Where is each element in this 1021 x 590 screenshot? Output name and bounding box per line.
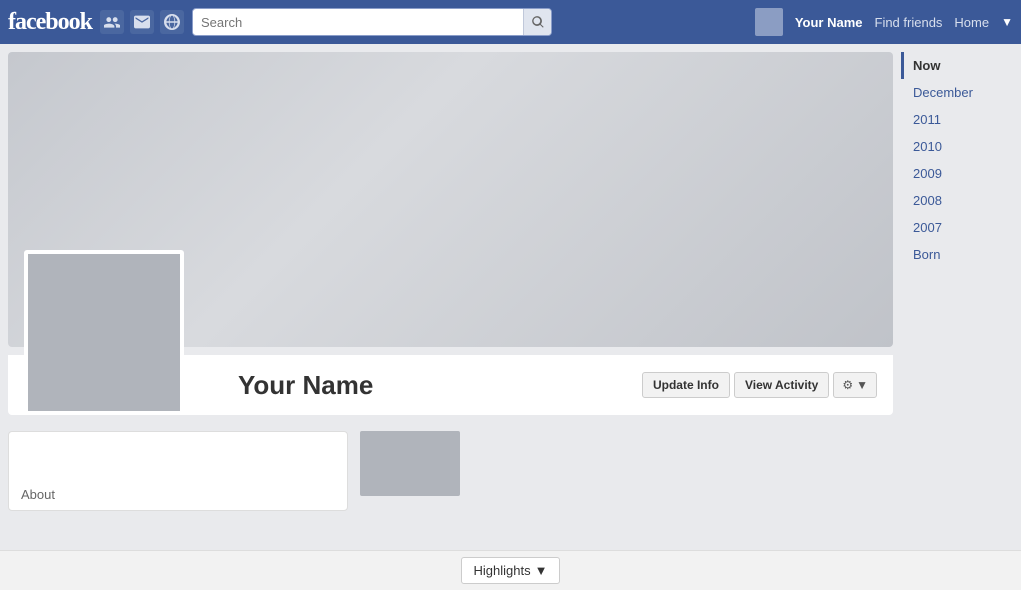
profile-info-bar: Your Name Update Info View Activity ⚙ ▼ bbox=[8, 355, 893, 415]
find-friends-link[interactable]: Find friends bbox=[875, 15, 943, 30]
view-activity-button[interactable]: View Activity bbox=[734, 372, 829, 398]
highlights-arrow: ▼ bbox=[535, 563, 548, 578]
left-panel: About bbox=[8, 431, 348, 511]
timeline-sidebar: Now December 2011 2010 2009 2008 2007 Bo… bbox=[901, 44, 1021, 590]
about-label: About bbox=[21, 487, 55, 502]
right-panel bbox=[360, 431, 893, 511]
content-area: About bbox=[8, 423, 893, 511]
home-link[interactable]: Home bbox=[954, 15, 989, 30]
timeline-item-2009[interactable]: 2009 bbox=[901, 160, 1021, 187]
globe-icon[interactable] bbox=[160, 10, 184, 34]
nav-icons bbox=[100, 10, 184, 34]
media-placeholder bbox=[360, 431, 460, 496]
timeline-item-2007[interactable]: 2007 bbox=[901, 214, 1021, 241]
profile-avatar bbox=[24, 250, 184, 415]
gear-dropdown-arrow: ▼ bbox=[856, 378, 868, 392]
gear-settings-button[interactable]: ⚙ ▼ bbox=[833, 372, 877, 398]
timeline-item-2008[interactable]: 2008 bbox=[901, 187, 1021, 214]
timeline-item-born[interactable]: Born bbox=[901, 241, 1021, 268]
nav-avatar bbox=[755, 8, 783, 36]
dropdown-icon[interactable]: ▼ bbox=[1001, 15, 1013, 29]
update-info-button[interactable]: Update Info bbox=[642, 372, 730, 398]
messages-icon[interactable] bbox=[130, 10, 154, 34]
search-button[interactable] bbox=[523, 8, 551, 36]
highlights-bar: Highlights ▼ bbox=[0, 550, 901, 590]
timeline-item-2011[interactable]: 2011 bbox=[901, 106, 1021, 133]
timeline-item-december[interactable]: December bbox=[901, 79, 1021, 106]
highlights-label: Highlights bbox=[474, 563, 531, 578]
highlights-button[interactable]: Highlights ▼ bbox=[461, 557, 561, 584]
nav-username[interactable]: Your Name bbox=[795, 15, 863, 30]
profile-actions: Update Info View Activity ⚙ ▼ bbox=[642, 372, 877, 398]
search-bar bbox=[192, 8, 552, 36]
timeline-item-now[interactable]: Now bbox=[901, 52, 1021, 79]
profile-name: Your Name bbox=[238, 370, 373, 401]
search-input[interactable] bbox=[193, 11, 523, 34]
timeline-item-2010[interactable]: 2010 bbox=[901, 133, 1021, 160]
nav-right: Your Name Find friends Home ▼ bbox=[755, 8, 1013, 36]
page-wrapper: Your Name Update Info View Activity ⚙ ▼ … bbox=[0, 44, 1021, 590]
navbar: facebook Your Name Find friends Home ▼ bbox=[0, 0, 1021, 44]
facebook-logo[interactable]: facebook bbox=[8, 9, 92, 36]
gear-icon: ⚙ bbox=[842, 378, 853, 392]
profile-area: Your Name Update Info View Activity ⚙ ▼ … bbox=[0, 44, 901, 590]
friends-icon[interactable] bbox=[100, 10, 124, 34]
